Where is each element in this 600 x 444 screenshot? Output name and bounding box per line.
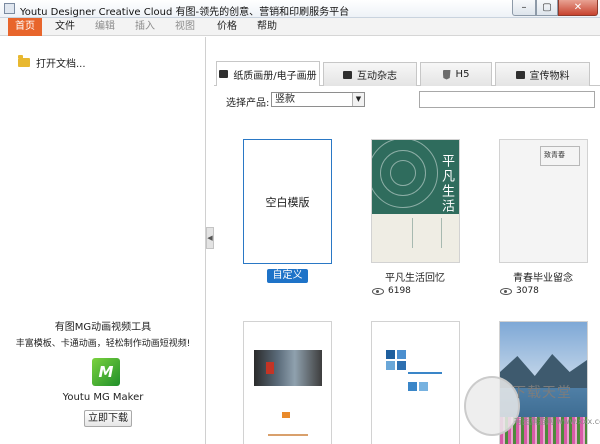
watermark-text: 下载天堂 — [512, 385, 572, 401]
eye-icon — [372, 287, 384, 295]
cover-decoration — [386, 361, 395, 370]
menu-bar: 首页 文件 编辑 插入 视图 价格 帮助 — [0, 18, 600, 36]
tab-label: 纸质画册/电子画册 — [233, 70, 317, 82]
folder-icon — [18, 55, 30, 67]
window-title: Youtu Designer Creative Cloud 有图-领先的创意、营… — [20, 7, 350, 18]
download-button[interactable]: 立即下载 — [84, 410, 132, 427]
close-button[interactable]: ✕ — [558, 0, 598, 16]
cover-logo — [282, 412, 290, 418]
cover-decoration — [266, 362, 274, 374]
open-document-label: 打开文档... — [36, 59, 86, 70]
collapse-sidebar-handle[interactable]: ◀ — [206, 227, 214, 249]
menu-item-insert[interactable]: 插入 — [130, 18, 160, 36]
cover-decoration — [268, 434, 308, 436]
cover-decoration — [408, 382, 417, 391]
cover-title: 致青春 — [544, 151, 565, 159]
search-input[interactable] — [419, 91, 595, 108]
cover-decoration — [419, 382, 428, 391]
tab-h5[interactable]: H5 — [420, 62, 492, 86]
view-count-value: 6198 — [388, 286, 411, 296]
template-thumbnail[interactable] — [371, 321, 460, 444]
minimize-button[interactable]: – — [512, 0, 536, 16]
promo-product-name: Youtu MG Maker — [62, 392, 144, 403]
watermark-subtext: 有图旗游网 www.xxx.com — [514, 417, 600, 426]
template-thumbnail[interactable]: 平凡生活 — [371, 139, 460, 263]
view-count: 3078 — [500, 286, 539, 296]
tab-promo-materials[interactable]: 宣传物料 — [495, 62, 590, 86]
mg-maker-logo-icon: M — [92, 358, 120, 386]
menu-item-view[interactable]: 视图 — [170, 18, 200, 36]
cover-decoration — [408, 372, 442, 374]
promo-title: 有图MG动画视频工具 — [54, 322, 152, 333]
view-count: 6198 — [372, 286, 411, 296]
html5-icon — [442, 69, 451, 80]
eye-icon — [500, 287, 512, 295]
menu-item-help[interactable]: 帮助 — [252, 18, 282, 36]
template-thumbnail[interactable]: 致青春 — [499, 139, 588, 263]
blank-template-card[interactable]: 空白模版 — [243, 139, 332, 264]
cover-decoration — [397, 350, 406, 359]
tab-label: 互动杂志 — [357, 71, 397, 82]
customize-button[interactable]: 自定义 — [267, 269, 308, 283]
cover-decoration — [412, 218, 442, 248]
tab-strip: 纸质画册/电子画册 互动杂志 H5 宣传物料 — [214, 59, 600, 86]
tab-interactive-magazine[interactable]: 互动杂志 — [323, 62, 417, 86]
cover-photo — [254, 350, 322, 386]
promo-description: 丰富模板、卡通动画，轻松制作动画短视频! — [15, 339, 191, 349]
template-name: 平凡生活回忆 — [385, 273, 445, 284]
template-name: 青春毕业留念 — [513, 273, 573, 284]
chevron-down-icon: ▼ — [352, 93, 364, 106]
watermark: 下载天堂 有图旗游网 www.xxx.com — [460, 372, 600, 440]
product-select[interactable]: 竖款 ▼ — [271, 92, 365, 107]
window-controls: – ▢ ✕ — [512, 0, 598, 17]
book-icon — [219, 70, 229, 78]
app-icon — [4, 3, 15, 14]
title-bar: Youtu Designer Creative Cloud 有图-领先的创意、营… — [0, 0, 600, 18]
menu-item-home[interactable]: 首页 — [8, 18, 42, 36]
menu-item-file[interactable]: 文件 — [50, 18, 80, 36]
tab-print-album[interactable]: 纸质画册/电子画册 — [216, 61, 320, 86]
tab-label: H5 — [455, 69, 470, 80]
book-icon — [343, 70, 352, 79]
cover-decoration — [386, 350, 395, 359]
cover-decoration — [397, 361, 406, 370]
maximize-button[interactable]: ▢ — [536, 0, 558, 16]
menu-item-edit[interactable]: 编辑 — [90, 18, 120, 36]
cover-title: 平凡生活 — [439, 154, 454, 214]
product-select-value: 竖款 — [275, 94, 295, 105]
product-filter-label: 选择产品: — [226, 98, 270, 109]
template-thumbnail[interactable] — [243, 321, 332, 444]
cover-decoration — [390, 160, 416, 186]
open-document-link[interactable]: 打开文档... — [18, 55, 86, 70]
tab-label: 宣传物料 — [529, 71, 570, 82]
sidebar: 打开文档... 有图MG动画视频工具 丰富模板、卡通动画，轻松制作动画短视频! … — [0, 37, 206, 444]
clipboard-icon — [515, 70, 525, 79]
blank-template-label: 空白模版 — [265, 195, 310, 209]
view-count-value: 3078 — [516, 286, 539, 296]
menu-item-price[interactable]: 价格 — [212, 18, 242, 36]
